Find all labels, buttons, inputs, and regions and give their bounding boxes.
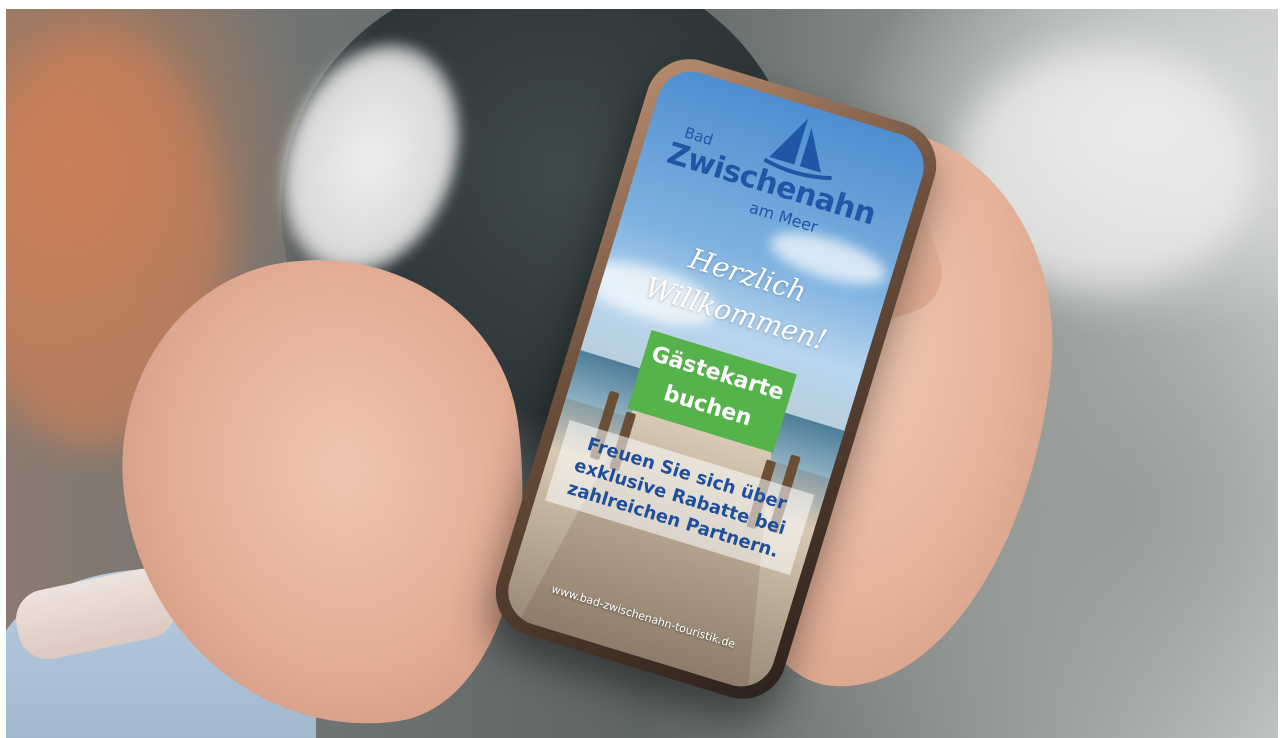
welcome-heading: Herzlich Willkommen! <box>598 216 885 373</box>
background-photo: Bad Zwischenahn am Meer Herzlich Willkom… <box>6 9 1278 738</box>
